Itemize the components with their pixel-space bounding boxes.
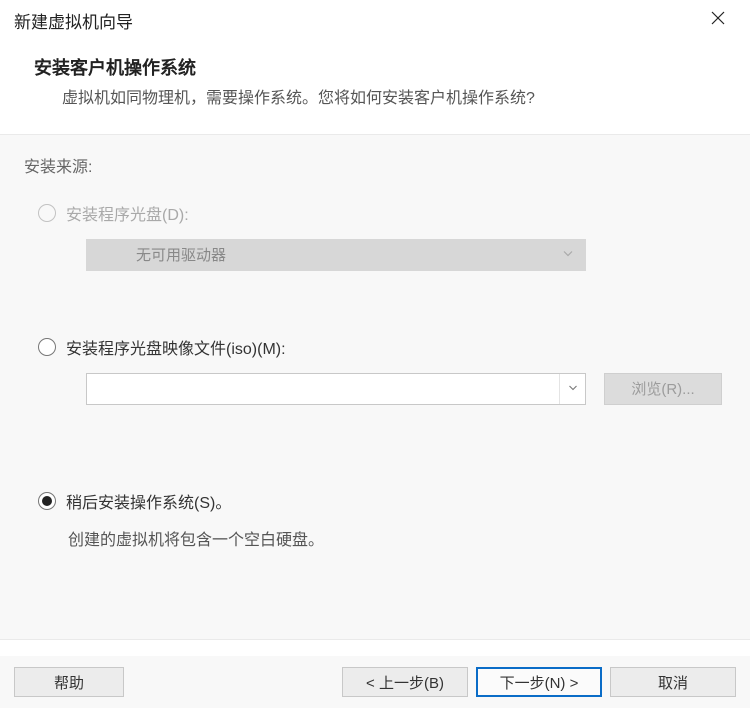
- wizard-body: 安装来源: 安装程序光盘(D): 无可用驱动器 安装程序光盘映像文件(iso)(…: [0, 134, 750, 640]
- close-icon: [711, 10, 725, 30]
- radio-iso-file-label: 安装程序光盘映像文件(iso)(M):: [66, 335, 286, 359]
- radio-installer-disc: [38, 204, 56, 222]
- titlebar: 新建虚拟机向导: [0, 0, 750, 40]
- window-title: 新建虚拟机向导: [14, 8, 698, 33]
- radio-iso-file[interactable]: [38, 338, 56, 356]
- close-button[interactable]: [698, 0, 738, 40]
- radio-install-later[interactable]: [38, 492, 56, 510]
- disc-drive-dropdown: 无可用驱动器: [86, 239, 586, 271]
- radio-installer-disc-label: 安装程序光盘(D):: [66, 201, 189, 225]
- install-source-label: 安装来源:: [24, 153, 726, 177]
- help-button[interactable]: 帮助: [14, 667, 124, 697]
- radio-install-later-label: 稍后安装操作系统(S)。: [66, 489, 231, 513]
- cancel-button[interactable]: 取消: [610, 667, 736, 697]
- back-button[interactable]: < 上一步(B): [342, 667, 468, 697]
- browse-button: 浏览(R)...: [604, 373, 722, 405]
- option-install-later[interactable]: 稍后安装操作系统(S)。: [38, 489, 726, 513]
- iso-combo-chevron[interactable]: [559, 374, 585, 404]
- install-later-description: 创建的虚拟机将包含一个空白硬盘。: [68, 527, 726, 556]
- chevron-down-icon: [562, 246, 574, 263]
- wizard-header: 安装客户机操作系统 虚拟机如同物理机，需要操作系统。您将如何安装客户机操作系统?: [0, 40, 750, 134]
- iso-path-combo[interactable]: [86, 373, 586, 405]
- wizard-footer: 帮助 < 上一步(B) 下一步(N) > 取消: [0, 656, 750, 708]
- option-iso-file[interactable]: 安装程序光盘映像文件(iso)(M):: [38, 335, 726, 359]
- chevron-down-icon: [568, 380, 578, 398]
- page-subtitle: 虚拟机如同物理机，需要操作系统。您将如何安装客户机操作系统?: [34, 86, 720, 112]
- option-installer-disc: 安装程序光盘(D):: [38, 201, 726, 225]
- next-button[interactable]: 下一步(N) >: [476, 667, 602, 697]
- disc-drive-value: 无可用驱动器: [136, 244, 226, 265]
- page-title: 安装客户机操作系统: [34, 54, 720, 80]
